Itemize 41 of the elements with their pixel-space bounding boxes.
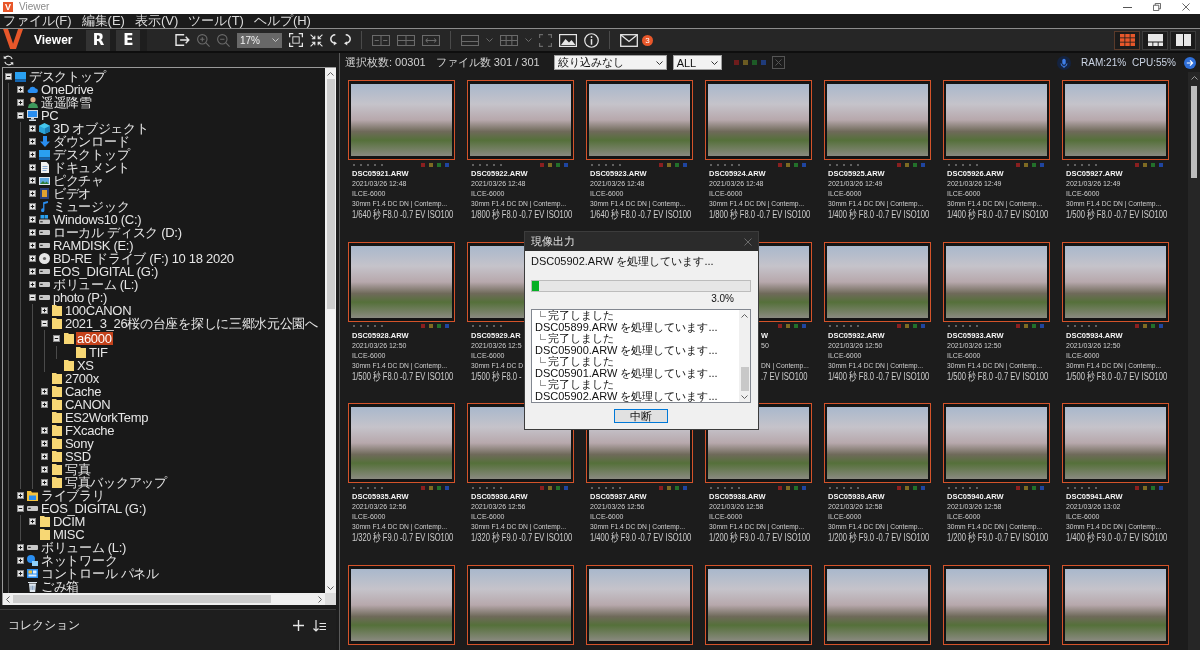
exposure-info: 1/200 秒 F9.0 -0.7 EV ISO100 [947, 532, 1049, 543]
cpu-usage: CPU:55% [1132, 57, 1176, 68]
ram-usage: RAM:21% [1081, 57, 1127, 68]
log-line: 完了しました [548, 379, 614, 391]
exposure-info: 1/400 秒 F9.0 -0.7 EV ISO100 [1066, 532, 1168, 543]
collection-title: コレクション [8, 618, 80, 632]
exposure-info: 1/500 秒 F8.0 -0.7 EV ISO100 [1066, 209, 1168, 220]
log-line: 完了しました [548, 310, 614, 322]
exposure-info: 1/400 秒 F8.0 -0.7 EV ISO100 [828, 209, 930, 220]
window-title: Viewer [19, 0, 50, 14]
exposure-info: 1/640 秒 F8.0 -0.7 EV ISO100 [352, 209, 454, 220]
exposure-info: 1/200 秒 F9.0 -0.7 EV ISO100 [828, 532, 930, 543]
file-count: ファイル数 301 / 301 [435, 55, 540, 70]
log-line: DSC05899.ARW を処理しています... [535, 321, 718, 333]
exposure-info: .7 EV ISO100 [761, 370, 808, 382]
status-message: DSC05902.ARW を処理しています... [531, 255, 715, 268]
app-logo: V [1, 29, 24, 51]
exposure-info: 1/500 秒 F8.0 -0.7 EV ISO100 [352, 370, 454, 382]
dialog-title: 現像出力 [531, 234, 575, 249]
log-line: DSC05900.ARW を処理しています... [535, 344, 718, 356]
exposure-info: 1/320 秒 F9.0 -0.7 EV ISO100 [471, 532, 573, 543]
app-icon: V [3, 2, 13, 12]
exposure-info: 1/400 秒 F8.0 -0.7 EV ISO100 [947, 209, 1049, 220]
log-line: 完了しました [548, 356, 614, 368]
progress-percent: 3.0% [711, 293, 734, 304]
exposure-info: 1/500 秒 F8.0 -0.7 EV ISO100 [1066, 370, 1168, 382]
exposure-info: 1/800 秒 F8.0 -0.7 EV ISO100 [709, 209, 811, 220]
notification-badge: 3 [642, 34, 653, 46]
log-line: DSC05902.ARW を処理しています... [535, 390, 718, 402]
exposure-info: 1/400 秒 F9.0 -0.7 EV ISO100 [590, 532, 692, 543]
log-line: DSC05901.ARW を処理しています... [535, 367, 718, 379]
exposure-info: 1/400 秒 F8.0 -0.7 EV ISO100 [828, 370, 930, 382]
exposure-info: 1/200 秒 F9.0 -0.7 EV ISO100 [709, 532, 811, 543]
app-name: Viewer [34, 33, 73, 47]
exposure-info: 1/800 秒 F8.0 -0.7 EV ISO100 [471, 209, 573, 220]
exposure-info: 1/320 秒 F9.0 -0.7 EV ISO100 [352, 532, 454, 543]
log-line: 完了しました [548, 333, 614, 345]
exposure-info: 1/500 秒 F8.0 - [471, 370, 522, 382]
exposure-info: 1/500 秒 F8.0 -0.7 EV ISO100 [947, 370, 1049, 382]
selection-count: 選択枚数: 00301 [345, 55, 426, 70]
exposure-info: 1/640 秒 F8.0 -0.7 EV ISO100 [590, 209, 692, 220]
